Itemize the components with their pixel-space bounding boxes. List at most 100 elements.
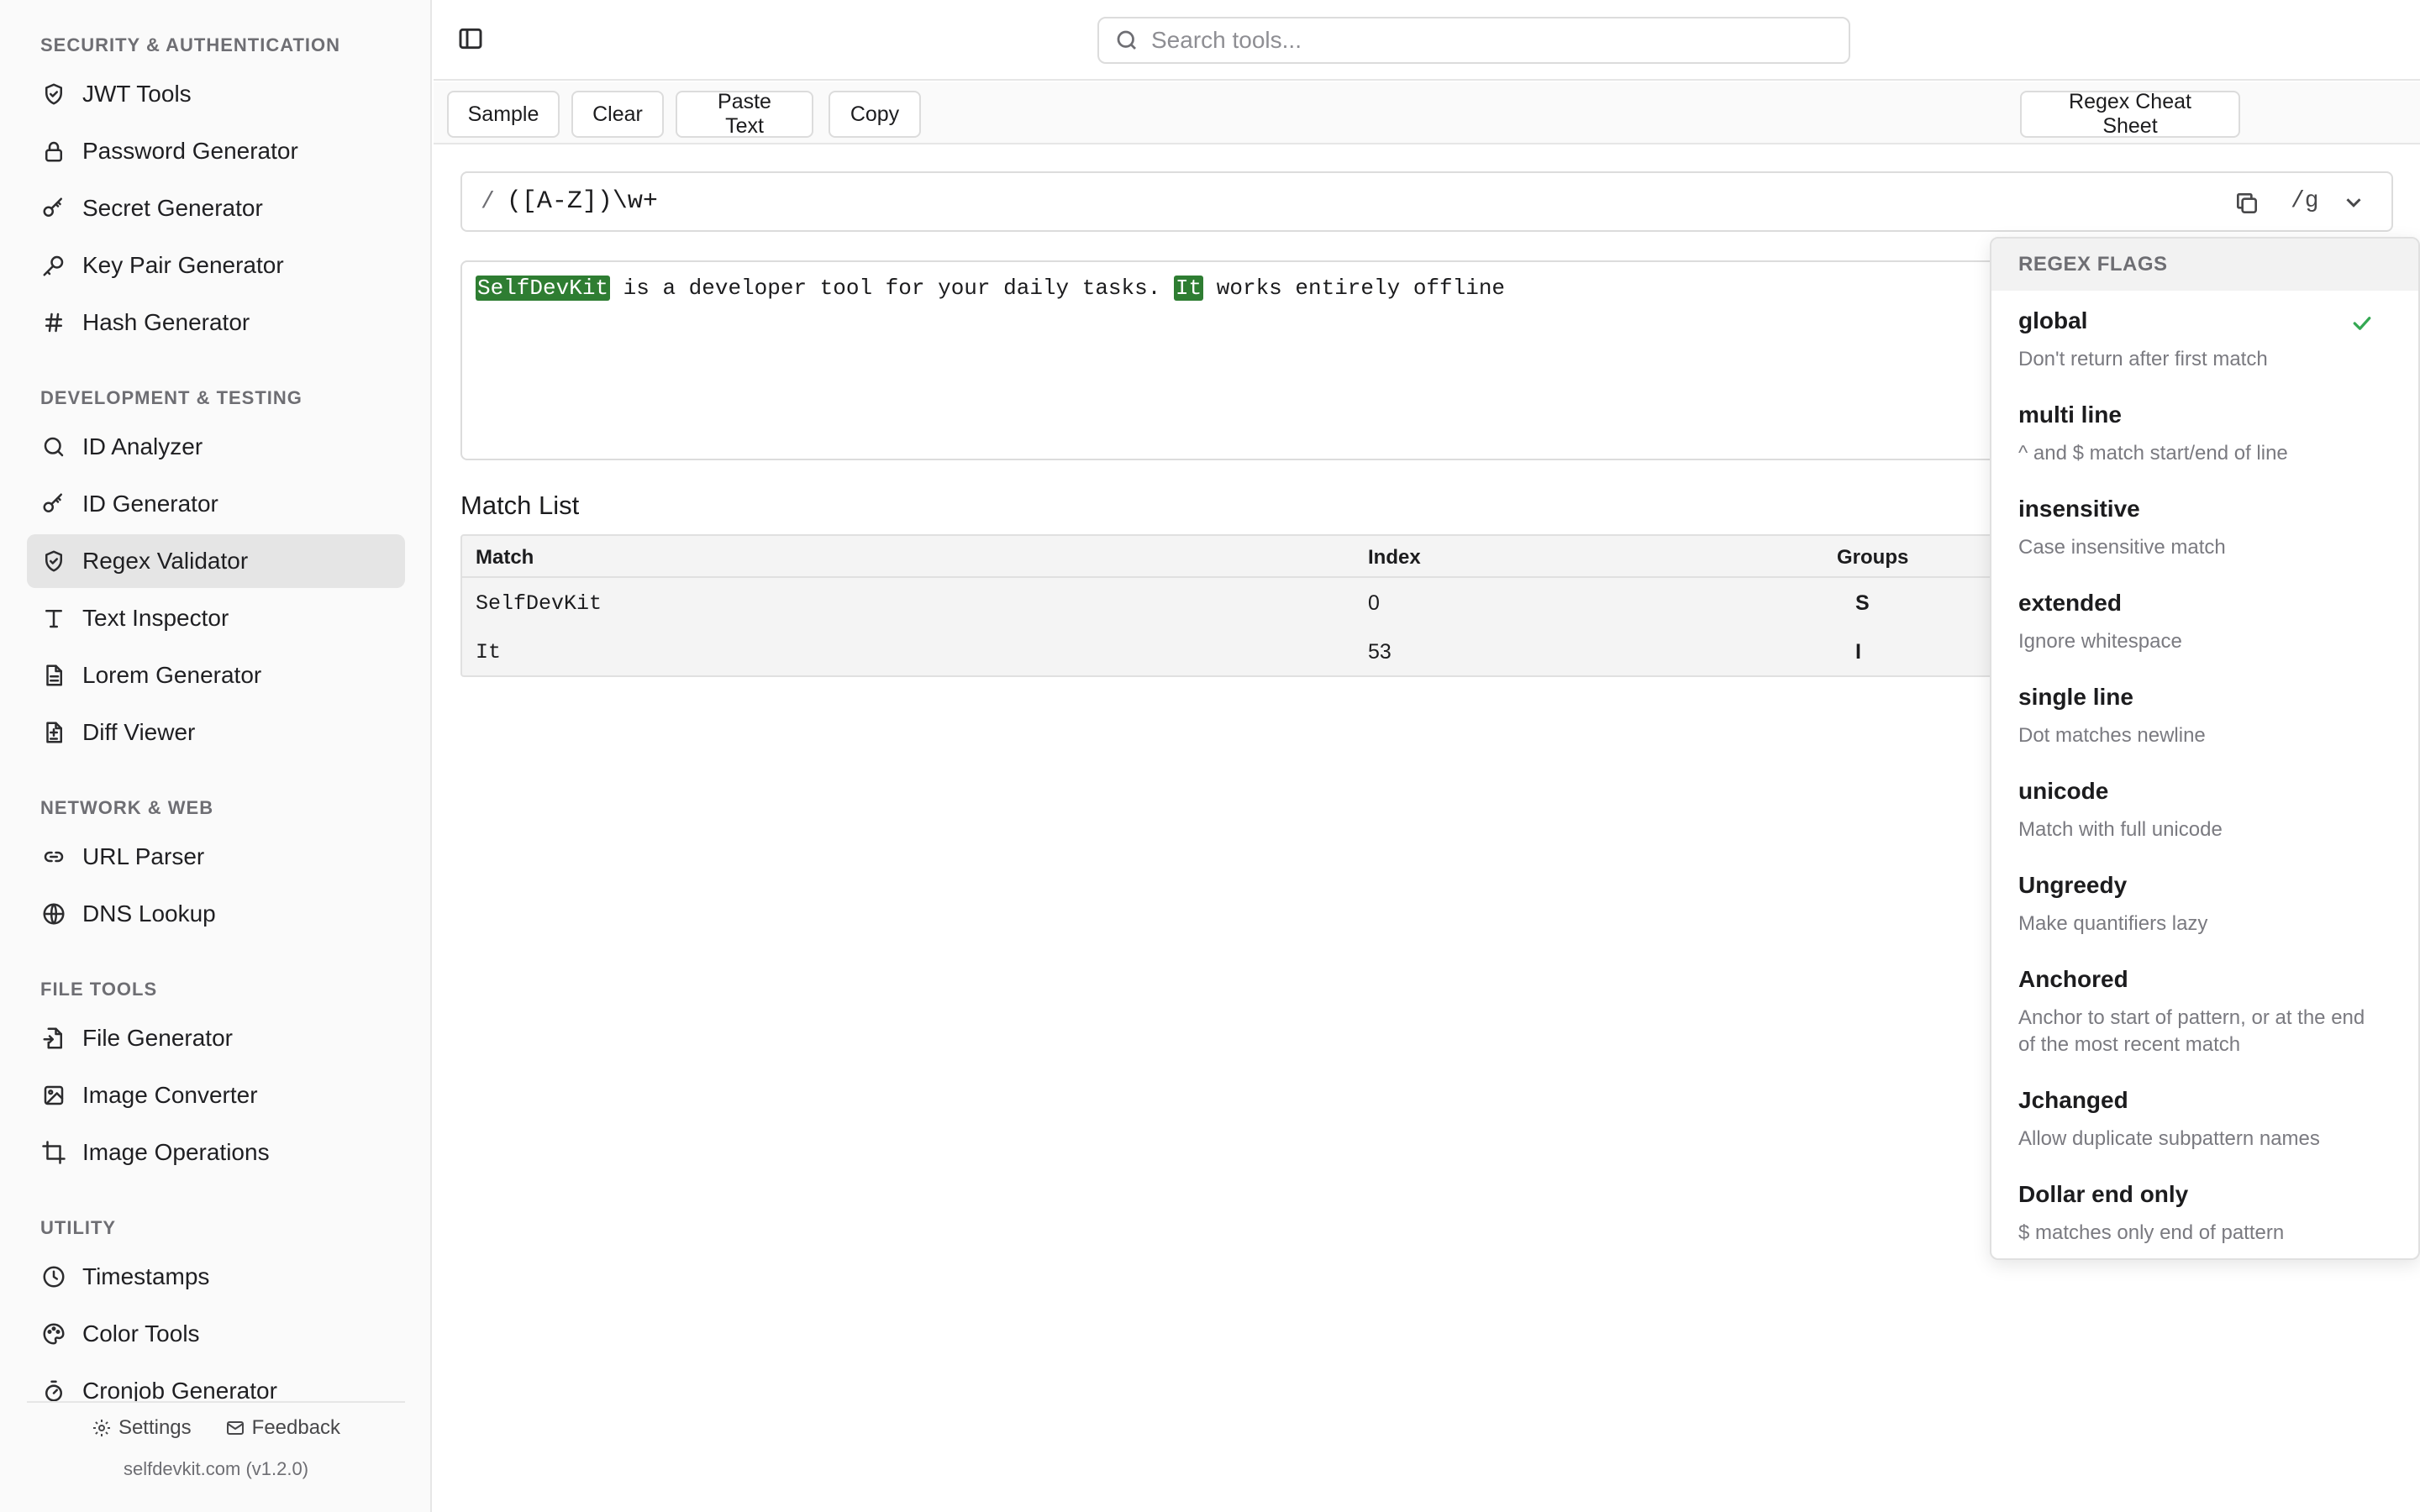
flag-option-multi-line[interactable]: multi line ^ and $ match start/end of li… [1991,385,2418,479]
column-header-index: Index [1368,546,1421,569]
hash-icon [40,309,67,336]
sidebar-item-label: Key Pair Generator [82,252,284,278]
copy-button[interactable]: Copy [829,91,921,138]
match-cell: It [476,640,502,664]
sidebar-item-jwt-tools[interactable]: JWT Tools [27,67,405,121]
clear-button[interactable]: Clear [571,91,664,138]
paste-text-button[interactable]: Paste Text [676,90,813,138]
toolbar: Sample Clear Paste Text Copy Regex Cheat… [434,82,2420,144]
sidebar-item-regex-validator[interactable]: Regex Validator [27,534,405,588]
regex-cheat-sheet-button[interactable]: Regex Cheat Sheet [2020,90,2240,138]
sidebar-item-label: JWT Tools [82,81,192,107]
sidebar-item-label: Timestamps [82,1263,210,1289]
column-header-groups: Groups [1837,546,1909,569]
copy-icon [2237,193,2257,213]
sidebar-item-hash-generator[interactable]: Hash Generator [27,296,405,349]
sidebar-item-cronjob-generator[interactable]: Cronjob Generator [27,1364,405,1401]
sidebar-item-label: Color Tools [82,1320,200,1347]
sidebar-item-text-inspector[interactable]: Text Inspector [27,591,405,645]
flag-description: Make quantifiers lazy [2018,912,2208,935]
clock-icon [40,1263,67,1290]
search-icon [40,433,67,460]
flag-option-single-line[interactable]: single line Dot matches newline [1991,667,2418,761]
sidebar-item-label: Image Converter [82,1082,258,1108]
flags-dropdown-toggle[interactable] [2341,190,2368,217]
flag-description: Case insensitive match [2018,536,2226,559]
image-icon [40,1082,67,1109]
group-cell: S [1855,591,1870,615]
mail-icon [226,1421,244,1435]
copy-pattern-button[interactable] [2233,190,2262,218]
sidebar-item-diff-viewer[interactable]: Diff Viewer [27,706,405,759]
sidebar-item-label: ID Analyzer [82,433,203,459]
test-text-segment: works entirely offline [1203,276,1506,301]
sidebar-item-url-parser[interactable]: URL Parser [27,830,405,884]
shield-check-icon [40,548,67,575]
match-highlight: SelfDevKit [476,276,611,301]
sidebar-item-label: Image Operations [82,1139,270,1165]
flag-option-global[interactable]: global Don't return after first match [1991,291,2418,385]
version-label: selfdevkit.com (v1.2.0) [123,1458,309,1479]
sidebar-item-label: DNS Lookup [82,900,216,927]
key-icon [40,491,67,517]
sidebar-toggle-button[interactable] [457,25,487,55]
sidebar-item-password-generator[interactable]: Password Generator [27,124,405,178]
flags-menu-title: REGEX FLAGS [1991,239,2418,291]
group-cell: I [1855,640,1861,664]
chevron-down-icon [2346,198,2361,207]
regex-pattern-bar: / /g [460,171,2393,232]
sidebar-item-label: Diff Viewer [82,719,196,745]
flag-option-extended[interactable]: extended Ignore whitespace [1991,573,2418,667]
settings-link[interactable]: Settings [92,1416,192,1440]
sidebar-item-color-tools[interactable]: Color Tools [27,1307,405,1361]
search-box[interactable] [1097,17,1850,64]
sidebar-item-id-analyzer[interactable]: ID Analyzer [27,420,405,474]
feedback-label: Feedback [251,1416,341,1439]
flag-option-unicode[interactable]: unicode Match with full unicode [1991,761,2418,855]
gear-icon [92,1420,110,1436]
flag-option-ungreedy[interactable]: Ungreedy Make quantifiers lazy [1991,855,2418,949]
crop-icon [40,1139,67,1166]
regex-pattern-input[interactable] [506,187,2103,216]
group-title-file-tools: FILE TOOLS [40,979,158,1000]
sidebar-item-label: Cronjob Generator [82,1378,277,1401]
feedback-link[interactable]: Feedback [225,1416,340,1440]
sidebar-item-image-operations[interactable]: Image Operations [27,1126,405,1179]
sidebar-footer: Settings Feedback selfdevkit.com (v1.2.0… [27,1401,405,1512]
sidebar-nav[interactable]: SECURITY & AUTHENTICATION JWT Tools Pass… [0,0,432,1401]
flag-option-dollar-end-only[interactable]: Dollar end only $ matches only end of pa… [1991,1164,2418,1258]
file-diff-icon [40,719,67,746]
flag-option-anchored[interactable]: Anchored Anchor to start of pattern, or … [1991,949,2418,1070]
flag-name: insensitive [2018,496,2140,522]
sidebar-item-image-converter[interactable]: Image Converter [27,1068,405,1122]
sidebar-item-timestamps[interactable]: Timestamps [27,1250,405,1304]
sidebar-item-label: ID Generator [82,491,218,517]
group-title-security: SECURITY & AUTHENTICATION [40,34,341,55]
sidebar-item-label: Hash Generator [82,309,250,335]
flag-option-insensitive[interactable]: insensitive Case insensitive match [1991,479,2418,573]
top-bar [434,0,2420,81]
sidebar-item-label: Password Generator [82,138,298,164]
palette-icon [40,1320,67,1347]
sidebar-item-id-generator[interactable]: ID Generator [27,477,405,531]
sidebar-item-label: Text Inspector [82,605,229,631]
lock-icon [40,138,67,165]
flag-name: global [2018,307,2088,333]
flag-description: Don't return after first match [2018,348,2268,370]
regex-flags-display[interactable]: /g [2291,188,2319,214]
flag-option-jchanged[interactable]: Jchanged Allow duplicate subpattern name… [1991,1070,2418,1164]
sidebar-item-file-generator[interactable]: File Generator [27,1011,405,1065]
sample-button[interactable]: Sample [447,91,560,138]
sidebar-item-key-pair-generator[interactable]: Key Pair Generator [27,239,405,292]
flag-description: ^ and $ match start/end of line [2018,442,2288,465]
sidebar-item-lorem-generator[interactable]: Lorem Generator [27,648,405,702]
timer-icon [40,1378,67,1401]
flag-description: $ matches only end of pattern [2018,1221,2285,1244]
test-text-segment: is a developer tool for your daily tasks… [610,276,1174,301]
panel-left-icon [459,28,482,50]
sidebar-item-label: File Generator [82,1025,233,1051]
sidebar-item-secret-generator[interactable]: Secret Generator [27,181,405,235]
sidebar-item-label: Lorem Generator [82,662,262,688]
sidebar-item-dns-lookup[interactable]: DNS Lookup [27,887,405,941]
search-input[interactable] [1151,27,1823,54]
